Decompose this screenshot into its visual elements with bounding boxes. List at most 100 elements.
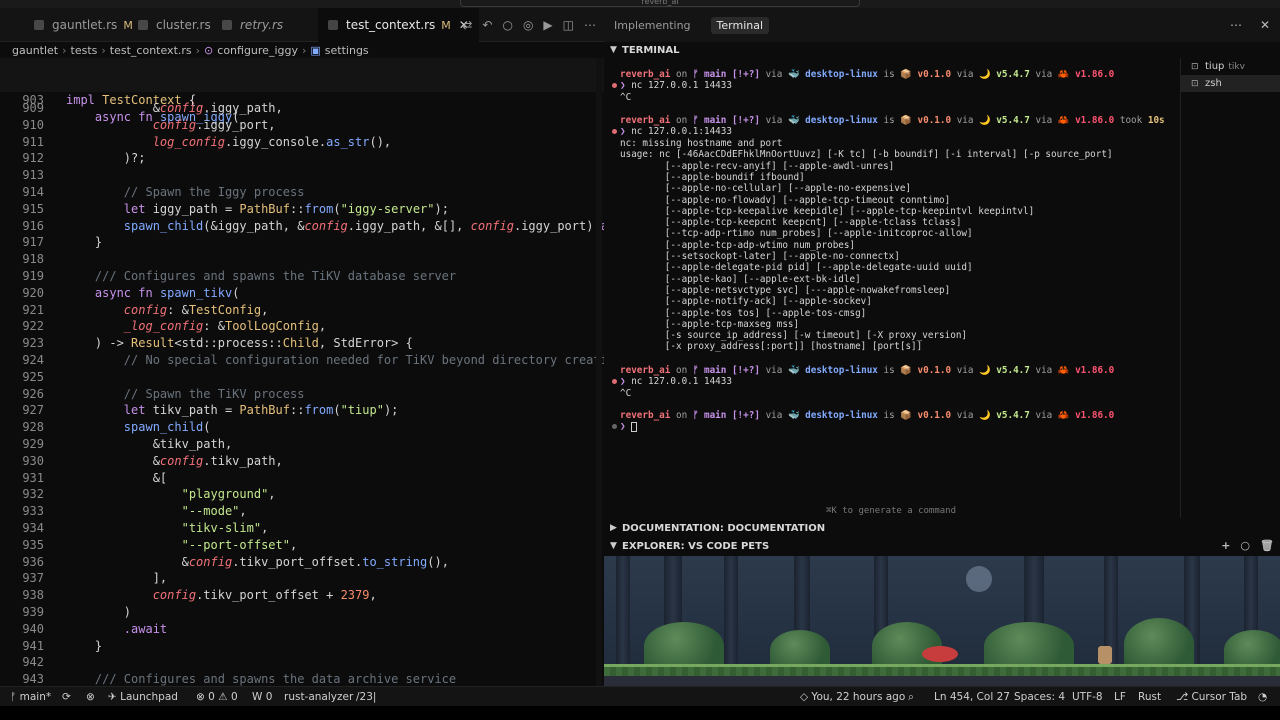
breadcrumb-item[interactable]: test_context.rs [110, 44, 192, 57]
problems-status[interactable]: ⊗ 0 ⚠ 0 [196, 687, 238, 707]
terminal-item-tiup[interactable]: ⊡ tiup tikv [1181, 58, 1280, 75]
line-number: 920 [22, 285, 44, 300]
code-line[interactable]: 938 config.tikv_port_offset + 2379, [0, 587, 604, 604]
code-line[interactable]: 920 async fn spawn_tikv( [0, 285, 604, 302]
code-line[interactable]: 939 ) [0, 604, 604, 621]
code-line[interactable]: 922 _log_config: &ToolLogConfig, [0, 318, 604, 335]
diff-icon[interactable]: ⇄ [462, 18, 472, 32]
sync-icon[interactable]: ⟳ [62, 687, 71, 707]
timeline-icon[interactable]: ◎ [523, 18, 533, 32]
pet-brown-dog[interactable] [1098, 646, 1112, 664]
terminal[interactable]: reverb_ai on ᚠ main [!+?] via 🐳 desktop-… [604, 58, 1178, 518]
code-line[interactable]: 912 )?; [0, 150, 604, 167]
title-bar: reverb_ai [0, 0, 1280, 8]
git-blame-status[interactable]: ◇ You, 22 hours ago [800, 687, 905, 707]
code-text: "--port-offset", [181, 537, 298, 552]
split-editor-icon[interactable]: ◫ [563, 18, 574, 32]
info-status[interactable]: W 0 [252, 687, 272, 707]
code-line[interactable]: 927 let tikv_path = PathBuf::from("tiup"… [0, 402, 604, 419]
code-line[interactable]: 915 let iggy_path = PathBuf::from("iggy-… [0, 201, 604, 218]
cursor-tab-status[interactable]: ⎇ Cursor Tab [1176, 687, 1247, 707]
code-line[interactable]: 924 // No special configuration needed f… [0, 352, 604, 369]
code-line[interactable]: 921 config: &TestConfig, [0, 302, 604, 319]
code-line[interactable]: 942 [0, 654, 604, 671]
code-line[interactable]: 943 /// Configures and spawns the data a… [0, 671, 604, 686]
section-title: TERMINAL [622, 44, 680, 56]
launchpad-status[interactable]: ✈ Launchpad [108, 687, 178, 707]
code-line[interactable]: 936 &config.tikv_port_offset.to_string()… [0, 554, 604, 571]
tab-cluster[interactable]: cluster.rs [128, 8, 221, 42]
tab-retry[interactable]: retry.rs [212, 8, 293, 42]
breadcrumb-item[interactable]: configure_iggy [217, 44, 298, 57]
branch-status[interactable]: ᚠ main* [10, 687, 51, 707]
sticky-scroll-line[interactable]: 832 impl TestContext { [0, 58, 604, 107]
ball-icon[interactable]: ○ [1240, 539, 1250, 552]
code-line[interactable]: 935 "--port-offset", [0, 537, 604, 554]
run-icon[interactable]: ▶ [543, 18, 552, 32]
documentation-section-header[interactable]: ▶ DOCUMENTATION: DOCUMENTATION [604, 519, 1280, 537]
code-line[interactable]: 932 "playground", [0, 486, 604, 503]
code-line[interactable]: 926 // Spawn the TiKV process [0, 386, 604, 403]
breadcrumb-item[interactable]: settings [325, 44, 369, 57]
cursor-position[interactable]: Ln 454, Col 27 [934, 687, 1010, 707]
add-pet-icon[interactable]: + [1221, 539, 1230, 552]
eol-status[interactable]: LF [1114, 687, 1126, 707]
breadcrumb-item[interactable]: gauntlet [12, 44, 58, 57]
editor-scrollbar[interactable] [596, 58, 602, 686]
code-line[interactable]: 937 ], [0, 570, 604, 587]
code-line[interactable]: 919 /// Configures and spawns the TiKV d… [0, 268, 604, 285]
code-line[interactable]: 941 } [0, 638, 604, 655]
notifications-icon[interactable]: ◔ [1258, 687, 1267, 707]
pet-red-crab[interactable] [922, 646, 958, 662]
code-editor[interactable]: 832 impl TestContext { 903 async fn spaw… [0, 58, 604, 686]
code-line[interactable]: 931 &[ [0, 470, 604, 487]
code-text: &config.iggy_path, [66, 101, 283, 115]
command-status-dot[interactable] [612, 129, 617, 134]
tab-gauntlet[interactable]: gauntlet.rs M [24, 8, 143, 42]
tab-test-context[interactable]: test_context.rs M ✕ [318, 8, 479, 42]
terminal-section-header[interactable]: ▼ TERMINAL [604, 41, 1280, 59]
tab-terminal[interactable]: Terminal [701, 8, 780, 42]
close-icon[interactable]: ✕ [1260, 18, 1270, 32]
code-line[interactable]: 913 [0, 167, 604, 184]
circle-icon[interactable]: ○ [502, 18, 512, 32]
code-line[interactable]: 914 // Spawn the Iggy process [0, 184, 604, 201]
code-line[interactable]: 911 log_config.iggy_console.as_str(), [0, 134, 604, 151]
more-actions-icon[interactable]: ⋯ [584, 18, 596, 32]
command-status-dot[interactable] [612, 379, 617, 384]
code-line[interactable]: 917 } [0, 234, 604, 251]
indentation-status[interactable]: Spaces: 4 [1014, 687, 1065, 707]
more-actions-icon[interactable]: ⋯ [1230, 18, 1242, 32]
code-line[interactable]: 929 &tikv_path, [0, 436, 604, 453]
tab-implementing[interactable]: Implementing [604, 8, 701, 42]
code-line[interactable]: 909 &config.iggy_path, [0, 100, 604, 117]
zoom-icon[interactable]: ⌕ [908, 687, 914, 707]
rust-analyzer-status[interactable]: rust-analyzer [284, 687, 353, 707]
language-mode[interactable]: Rust [1138, 687, 1161, 707]
terminal-item-zsh[interactable]: ⊡ zsh [1181, 75, 1280, 92]
encoding-status[interactable]: UTF-8 [1072, 687, 1103, 707]
line-number: 925 [22, 369, 44, 384]
code-line[interactable]: 923 ) -> Result<std::process::Child, Std… [0, 335, 604, 352]
code-line[interactable]: 940 .await [0, 621, 604, 638]
extensions-icon[interactable]: ⊗ [86, 687, 95, 707]
code-line[interactable]: 928 spawn_child( [0, 419, 604, 436]
code-line[interactable]: 918 [0, 251, 604, 268]
command-center[interactable]: reverb_ai [460, 0, 860, 7]
tree-decoration [616, 556, 630, 666]
code-line[interactable]: 933 "--mode", [0, 503, 604, 520]
warning-icon: ⚠ [218, 691, 231, 703]
go-back-icon[interactable]: ↶ [482, 18, 492, 32]
trash-icon[interactable]: 🗑 [1260, 539, 1274, 552]
breadcrumb-item[interactable]: tests [71, 44, 98, 57]
code-line[interactable]: 934 "tikv-slim", [0, 520, 604, 537]
command-status-dot[interactable] [612, 83, 617, 88]
code-line[interactable]: 930 &config.tikv_path, [0, 453, 604, 470]
sticky-scroll-line[interactable]: 903 async fn spawn_iggy( [0, 75, 604, 124]
explorer-pets-section-header[interactable]: ▼ EXPLORER: VS CODE PETS + ○ 🗑 [604, 537, 1280, 555]
code-line[interactable]: 910 config.iggy_port, [0, 117, 604, 134]
command-status-dot[interactable] [612, 424, 617, 429]
code-line[interactable]: 916 spawn_child(&iggy_path, &config.iggy… [0, 218, 604, 235]
tab-label: Terminal [710, 16, 770, 34]
code-line[interactable]: 925 [0, 369, 604, 386]
